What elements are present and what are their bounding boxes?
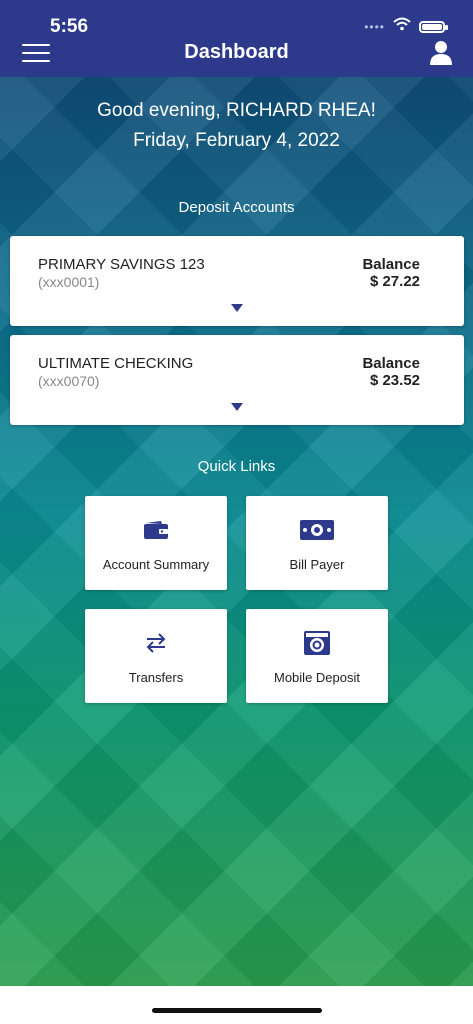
chevron-down-icon[interactable] [231,304,243,312]
chevron-down-icon[interactable] [231,403,243,411]
quick-link-mobile-deposit[interactable]: Mobile Deposit [246,609,388,703]
quick-links-title: Quick Links [197,458,276,475]
account-number-mask: (xxx0001) [38,274,100,290]
greeting-text: Good evening, RICHARD RHEA! [97,100,376,121]
balance-value: $ 27.22 [369,273,420,290]
battery-icon [419,20,448,33]
signal-icon: •••• [364,19,385,34]
camera-icon [304,631,330,655]
wallet-icon [144,521,168,539]
home-indicator[interactable] [152,1008,322,1013]
transfer-arrows-icon [146,633,166,653]
quick-link-bill-payer[interactable]: Bill Payer [246,496,388,590]
wifi-icon [393,17,411,36]
status-time: 5:56 [50,16,89,37]
home-indicator-area [0,986,473,1024]
profile-button[interactable] [429,40,453,66]
status-icons: •••• [364,17,448,36]
quick-link-account-summary[interactable]: Account Summary [85,496,227,590]
battery-level [422,23,442,30]
quick-link-transfers[interactable]: Transfers [85,609,227,703]
page-title: Dashboard [184,41,289,63]
quick-link-label: Mobile Deposit [274,670,360,685]
user-icon [430,41,452,65]
deposit-accounts-title: Deposit Accounts [178,199,295,216]
balance-value: $ 23.52 [369,372,420,389]
account-card-primary-savings[interactable]: PRIMARY SAVINGS 123 (xxx0001) Balance $ … [10,236,464,326]
account-name: PRIMARY SAVINGS 123 [38,256,205,273]
account-number-mask: (xxx0070) [38,373,100,389]
account-name: ULTIMATE CHECKING [38,355,194,372]
quick-link-label: Bill Payer [289,557,345,572]
balance-label: Balance [362,355,420,372]
date-text: Friday, February 4, 2022 [133,130,340,151]
balance-label: Balance [362,256,420,273]
quick-link-label: Transfers [128,670,184,685]
quick-link-label: Account Summary [102,557,210,572]
account-card-ultimate-checking[interactable]: ULTIMATE CHECKING (xxx0070) Balance $ 23… [10,335,464,425]
money-bill-icon [300,520,334,540]
app-header: 5:56 •••• Dashboard [0,0,473,77]
